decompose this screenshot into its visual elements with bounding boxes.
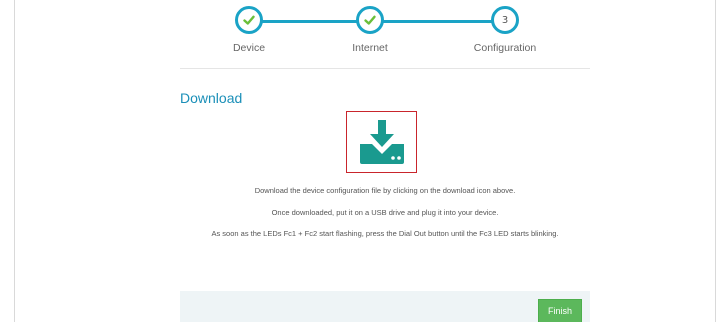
- step-device-label: Device: [232, 42, 266, 54]
- instruction-line-1: Download the device configuration file b…: [254, 186, 516, 195]
- step-configuration-label: Configuration: [473, 42, 537, 54]
- step-device: Device: [189, 6, 309, 54]
- download-button[interactable]: [346, 111, 417, 173]
- checkmark-icon: [364, 15, 376, 25]
- step-number: 3: [501, 14, 509, 26]
- step-internet-label: Internet: [352, 42, 388, 54]
- download-to-device-icon: [359, 120, 404, 164]
- wizard-stepper: Device Internet 3 Configuration: [180, 0, 590, 68]
- step-device-circle: [235, 6, 263, 34]
- step-internet-circle: [356, 6, 384, 34]
- step-internet: Internet: [310, 6, 430, 54]
- header-divider: [180, 68, 590, 69]
- wizard-footer: Finish: [180, 291, 590, 322]
- checkmark-icon: [243, 15, 255, 25]
- finish-button[interactable]: Finish: [538, 299, 582, 322]
- section-title: Download: [180, 90, 243, 106]
- instruction-line-2: Once downloaded, put it on a USB drive a…: [271, 208, 499, 217]
- instruction-line-3: As soon as the LEDs Fc1 + Fc2 start flas…: [211, 229, 559, 238]
- step-configuration-circle: 3: [491, 6, 519, 34]
- step-configuration: 3 Configuration: [445, 6, 565, 54]
